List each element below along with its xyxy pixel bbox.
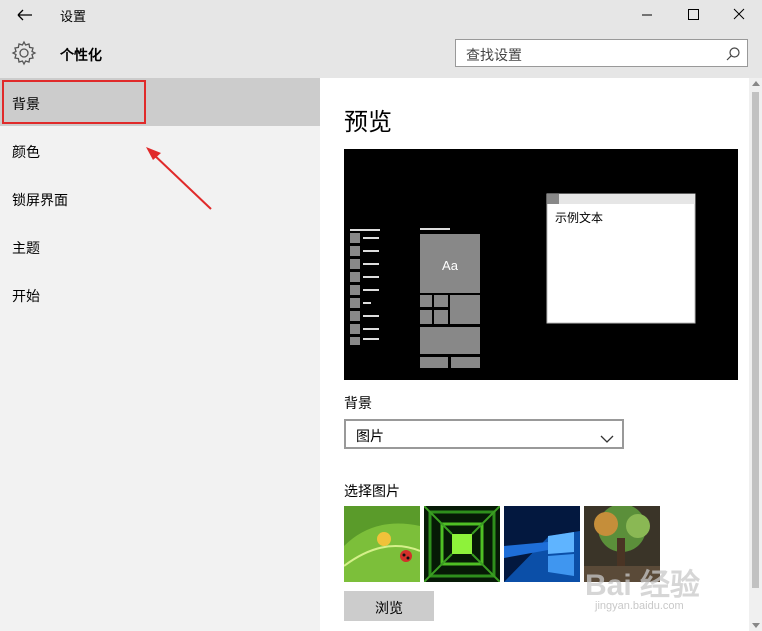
watermark-text: Bai 经验	[585, 569, 701, 602]
search-icon[interactable]	[725, 46, 741, 62]
scroll-down-icon[interactable]	[752, 623, 760, 628]
picture-thumbnail-green-tunnel[interactable]	[423, 505, 501, 583]
page-header: 个性化 查找设置	[0, 30, 762, 78]
close-button[interactable]	[716, 0, 762, 30]
scrollbar[interactable]	[749, 78, 762, 631]
scroll-up-icon[interactable]	[752, 81, 760, 86]
red-arrow-annotation	[146, 147, 212, 210]
gear-icon	[11, 40, 37, 66]
background-type-value: 图片	[356, 429, 384, 445]
window-title: 设置	[60, 10, 87, 25]
sidebar: 背景 颜色 锁屏界面 主题 开始	[0, 78, 320, 631]
minimize-button[interactable]	[624, 0, 670, 30]
page-title: 个性化	[60, 48, 102, 64]
picture-thumbnail-ladybugs[interactable]	[343, 506, 421, 582]
browse-button[interactable]: 浏览	[344, 591, 434, 621]
sidebar-item-label: 开始	[12, 289, 40, 305]
search-placeholder: 查找设置	[466, 48, 522, 64]
baidu-jingyan-watermark: Bai 经验 jingyan.baidu.com	[585, 560, 700, 612]
picture-thumbnail-windows-blue[interactable]	[504, 506, 580, 582]
maximize-button[interactable]	[670, 0, 716, 30]
watermark-url: jingyan.baidu.com	[595, 600, 684, 612]
title-bar: 设置	[0, 0, 762, 30]
choose-picture-label: 选择图片	[344, 484, 400, 500]
scrollbar-thumb[interactable]	[752, 92, 759, 588]
background-type-select[interactable]: 图片	[344, 419, 624, 449]
background-label: 背景	[344, 396, 372, 412]
browse-button-label: 浏览	[375, 601, 403, 617]
search-input[interactable]: 查找设置	[455, 39, 748, 67]
preview-panel: Aa 示例文本	[344, 149, 738, 380]
back-arrow-icon[interactable]	[10, 4, 38, 26]
preview-sample-text: 示例文本	[555, 210, 603, 225]
preview-illustration: Aa 示例文本	[350, 193, 696, 368]
preview-aa-label: Aa	[442, 258, 459, 273]
chevron-down-icon	[600, 429, 614, 443]
main-content: 预览 Aa 示例文本 背景 图片 选择图片 浏览	[320, 78, 762, 631]
preview-heading: 预览	[344, 108, 392, 136]
